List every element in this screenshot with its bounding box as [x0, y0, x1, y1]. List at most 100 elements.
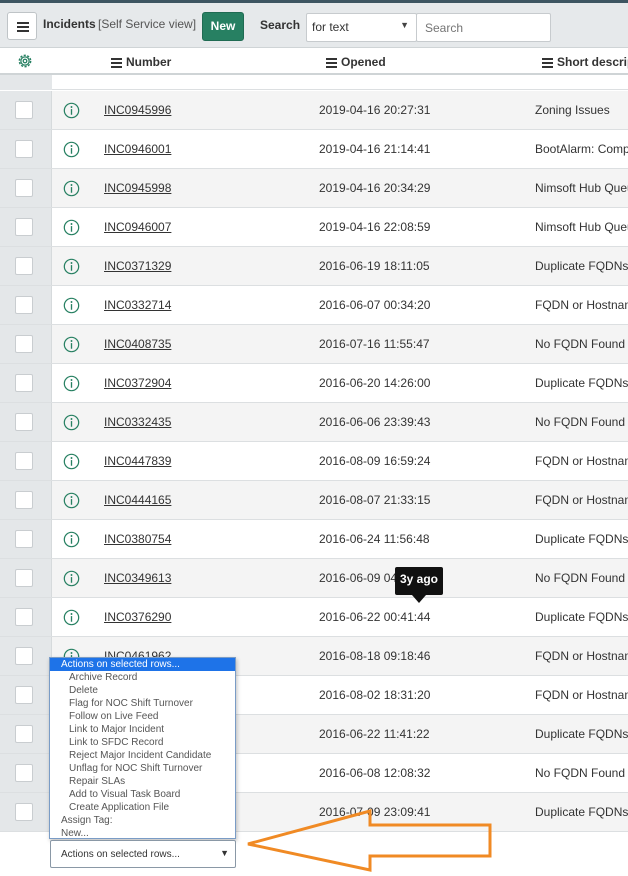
info-icon[interactable]: [63, 609, 80, 626]
table-row[interactable]: INC0946001 2019-04-16 21:14:41 BootAlarm: …: [0, 130, 628, 169]
table-row[interactable]: INC0444165 2016-08-07 21:33:15 FQDN or Hos…: [0, 481, 628, 520]
info-icon[interactable]: [63, 297, 80, 314]
table-row[interactable]: INC0349613 2016-06-09 04 No FQDN Found -: [0, 559, 628, 598]
info-icon[interactable]: [63, 219, 80, 236]
row-checkbox[interactable]: [15, 491, 33, 509]
actions-option[interactable]: Flag for NOC Shift Turnover: [50, 697, 235, 710]
row-checkbox[interactable]: [15, 530, 33, 548]
row-checkbox[interactable]: [15, 725, 33, 743]
info-icon[interactable]: [63, 141, 80, 158]
dropdown-caret-icon: ▼: [220, 848, 229, 858]
list-menu-button[interactable]: [7, 12, 37, 40]
info-icon[interactable]: [63, 453, 80, 470]
row-checkbox[interactable]: [15, 452, 33, 470]
row-checkbox[interactable]: [15, 296, 33, 314]
column-header-opened[interactable]: Opened: [326, 55, 386, 70]
row-checkbox[interactable]: [15, 179, 33, 197]
row-checkbox[interactable]: [15, 335, 33, 353]
opened-date: 2019-04-16 21:14:41: [319, 142, 431, 156]
actions-option[interactable]: Delete: [50, 684, 235, 697]
row-checkbox[interactable]: [15, 374, 33, 392]
opened-date: 2016-06-07 00:34:20: [319, 298, 431, 312]
column-header-number[interactable]: Number: [111, 55, 171, 70]
row-select-cell: [0, 442, 52, 480]
table-row[interactable]: INC0946007 2019-04-16 22:08:59 Nimsoft Hub…: [0, 208, 628, 247]
incident-number-link[interactable]: INC0332435: [104, 415, 171, 429]
incident-number-link[interactable]: INC0945996: [104, 103, 171, 117]
table-row[interactable]: INC0371329 2016-06-19 18:11:05 Duplicate F…: [0, 247, 628, 286]
row-checkbox[interactable]: [15, 257, 33, 275]
actions-on-selected-rows-select[interactable]: Actions on selected rows... ▼: [50, 840, 236, 868]
info-icon[interactable]: [63, 375, 80, 392]
row-checkbox[interactable]: [15, 764, 33, 782]
info-icon[interactable]: [63, 102, 80, 119]
actions-option[interactable]: Archive Record: [50, 671, 235, 684]
info-icon[interactable]: [63, 531, 80, 548]
search-input[interactable]: [416, 13, 551, 42]
incident-number-link[interactable]: INC0332714: [104, 298, 171, 312]
info-icon[interactable]: [63, 336, 80, 353]
incident-number-link[interactable]: INC0946007: [104, 220, 171, 234]
opened-date: 2016-06-08 12:08:32: [319, 766, 431, 780]
row-checkbox[interactable]: [15, 218, 33, 236]
row-select-cell: [0, 75, 52, 90]
incident-number-link[interactable]: INC0372904: [104, 376, 171, 390]
table-row[interactable]: INC0332435 2016-06-06 23:39:43 No FQDN Fou…: [0, 403, 628, 442]
incident-number-link[interactable]: INC0945998: [104, 181, 171, 195]
actions-option[interactable]: Create Application File: [50, 801, 235, 814]
opened-date: 2016-06-24 11:56:48: [319, 532, 430, 546]
row-checkbox[interactable]: [15, 608, 33, 626]
search-field-select[interactable]: for text ▼: [306, 13, 417, 42]
row-checkbox[interactable]: [15, 413, 33, 431]
info-icon[interactable]: [63, 180, 80, 197]
column-menu-icon[interactable]: [542, 56, 553, 70]
table-row[interactable]: INC0376290 2016-06-22 00:41:44 Duplicate F…: [0, 598, 628, 637]
opened-date: 2019-04-16 20:34:29: [319, 181, 431, 195]
info-icon[interactable]: [63, 258, 80, 275]
actions-option[interactable]: Follow on Live Feed: [50, 710, 235, 723]
actions-option[interactable]: Link to Major Incident: [50, 723, 235, 736]
actions-option-new-tag[interactable]: New...: [50, 827, 235, 840]
column-header-short-description[interactable]: Short descrip: [542, 55, 628, 70]
incident-number-link[interactable]: INC0376290: [104, 610, 171, 624]
row-checkbox[interactable]: [15, 569, 33, 587]
row-checkbox[interactable]: [15, 803, 33, 821]
table-row[interactable]: INC0945996 2019-04-16 20:27:31 Zoning Issu…: [0, 91, 628, 130]
column-menu-icon[interactable]: [111, 56, 122, 70]
incident-number-link[interactable]: INC0371329: [104, 259, 171, 273]
row-checkbox[interactable]: [15, 140, 33, 158]
incident-number-link[interactable]: INC0349613: [104, 571, 171, 585]
incident-number-link[interactable]: INC0444165: [104, 493, 171, 507]
info-icon[interactable]: [63, 570, 80, 587]
incident-number-link[interactable]: INC0408735: [104, 337, 171, 351]
actions-option[interactable]: Reject Major Incident Candidate: [50, 749, 235, 762]
short-description: FQDN or Hostnam: [535, 688, 628, 702]
actions-option[interactable]: Link to SFDC Record: [50, 736, 235, 749]
gear-icon[interactable]: [16, 52, 34, 70]
actions-dropdown-list[interactable]: Actions on selected rows... Archive Reco…: [49, 657, 236, 839]
actions-option[interactable]: Repair SLAs: [50, 775, 235, 788]
row-checkbox[interactable]: [15, 101, 33, 119]
table-row[interactable]: INC0408735 2016-07-16 11:55:47 No FQDN Fou…: [0, 325, 628, 364]
actions-option-placeholder[interactable]: Actions on selected rows...: [50, 658, 235, 671]
table-row[interactable]: INC0332714 2016-06-07 00:34:20 FQDN or Hos…: [0, 286, 628, 325]
hamburger-icon-bar: [17, 26, 29, 28]
incident-number-link[interactable]: INC0380754: [104, 532, 171, 546]
info-icon[interactable]: [63, 492, 80, 509]
table-row[interactable]: INC0447839 2016-08-09 16:59:24 FQDN or Hos…: [0, 442, 628, 481]
row-select-cell: [0, 793, 52, 831]
incident-number-link[interactable]: INC0946001: [104, 142, 171, 156]
table-row[interactable]: INC0945998 2019-04-16 20:34:29 Nimsoft Hub…: [0, 169, 628, 208]
row-checkbox[interactable]: [15, 686, 33, 704]
info-icon[interactable]: [63, 414, 80, 431]
opened-date: 2016-06-22 11:41:22: [319, 727, 430, 741]
new-button[interactable]: New: [202, 12, 244, 41]
actions-option[interactable]: Add to Visual Task Board: [50, 788, 235, 801]
row-select-cell: [0, 559, 52, 597]
table-row[interactable]: INC0380754 2016-06-24 11:56:48 Duplicate F…: [0, 520, 628, 559]
column-menu-icon[interactable]: [326, 56, 337, 70]
row-checkbox[interactable]: [15, 647, 33, 665]
actions-option[interactable]: Unflag for NOC Shift Turnover: [50, 762, 235, 775]
incident-number-link[interactable]: INC0447839: [104, 454, 171, 468]
table-row[interactable]: INC0372904 2016-06-20 14:26:00 Duplicate F…: [0, 364, 628, 403]
